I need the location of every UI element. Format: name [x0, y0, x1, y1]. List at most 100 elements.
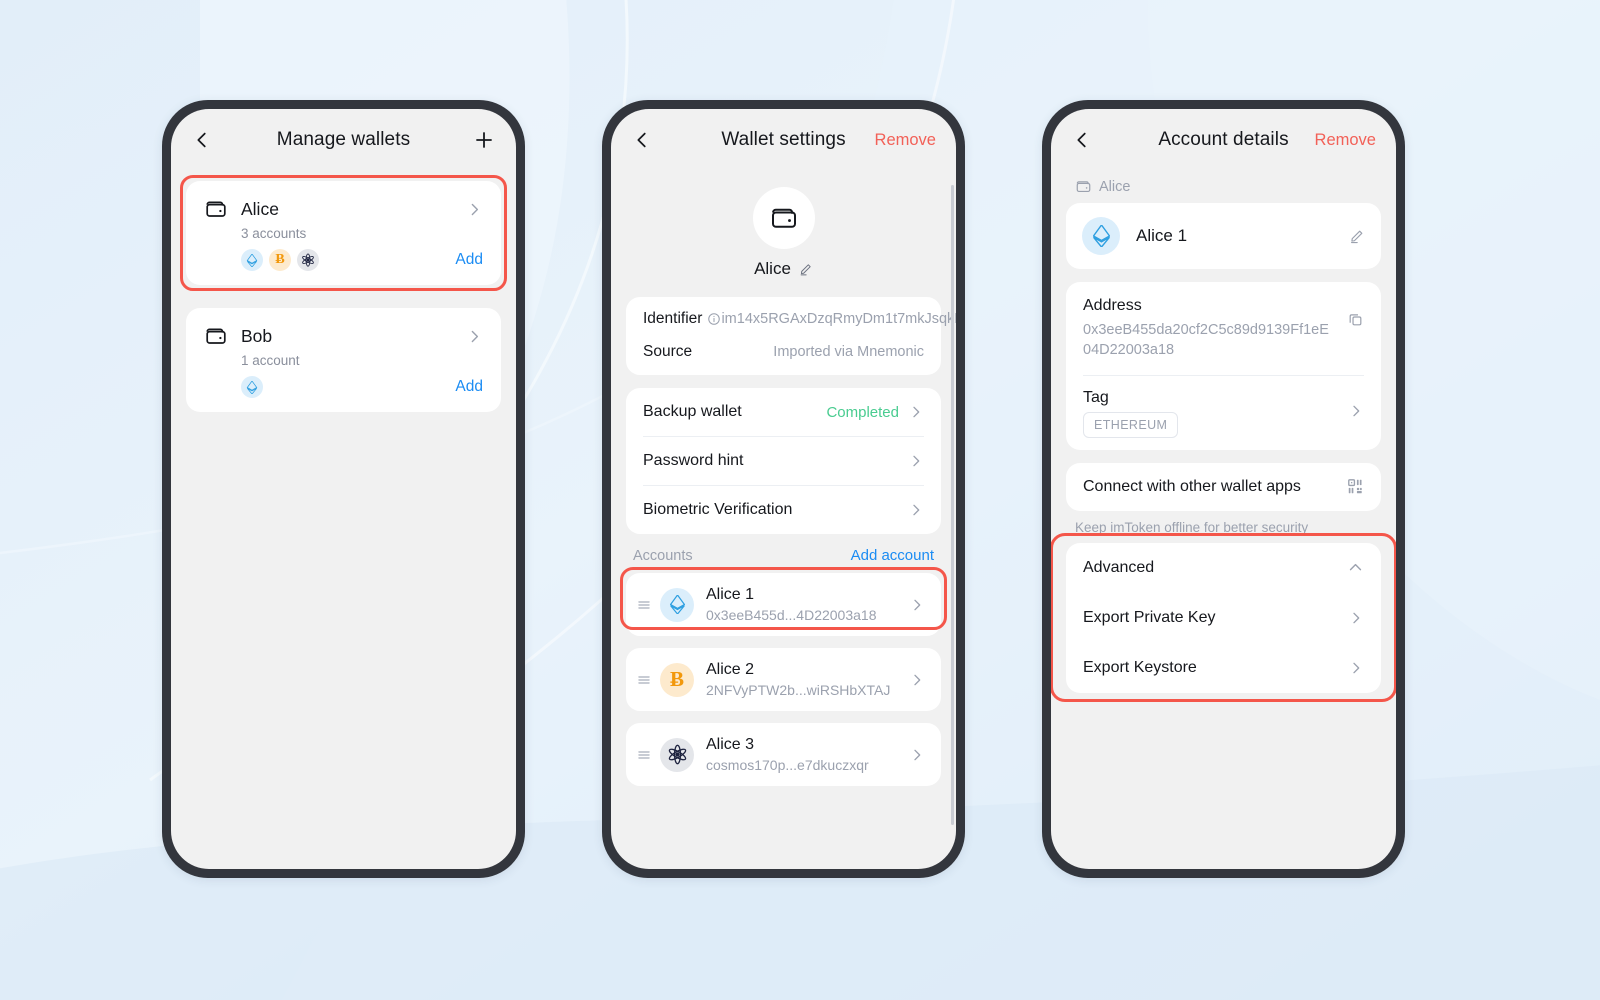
row-export-private-key[interactable]: Export Private Key [1066, 593, 1381, 643]
add-wallet-button[interactable] [472, 128, 496, 152]
chevron-right-icon [1353, 612, 1360, 623]
account-text: Alice 3 cosmos170p...e7dkuczxqr [706, 736, 869, 773]
drag-handle-icon[interactable] [636, 747, 652, 763]
chevron-right-icon [1353, 662, 1360, 673]
breadcrumb-label: Alice [1099, 178, 1131, 195]
row-connect-wallet-apps[interactable]: Connect with other wallet apps [1066, 463, 1381, 511]
bitcoin-icon: Ƀ [660, 662, 694, 697]
ethereum-glyph-icon [246, 253, 258, 267]
row-backup-wallet[interactable]: Backup wallet Completed [626, 388, 941, 436]
wallet-name: Bob [241, 325, 273, 346]
ethereum-icon [241, 376, 263, 398]
ethereum-glyph-icon [246, 380, 258, 394]
wallet-card-alice[interactable]: Alice 3 accounts Ƀ Add [186, 181, 501, 285]
chevron-right-icon [913, 455, 920, 467]
navbar-manage-wallets: Manage wallets [171, 109, 516, 171]
wallet-name: Alice [754, 259, 791, 278]
row-advanced-toggle[interactable]: Advanced [1066, 543, 1381, 593]
account-row-alice-1[interactable]: Alice 1 0x3eeB455d...4D22003a18 [626, 573, 941, 637]
chevron-right-icon [914, 674, 921, 685]
navbar-wallet-settings: Wallet settings Remove [611, 109, 956, 171]
wallet-account-count: 3 accounts [241, 226, 307, 241]
chevron-left-icon [197, 132, 206, 148]
identifier-label: Identifier [643, 310, 703, 327]
wallet-settings-content: Alice Identifier im14x5RGAxDzqRmyDm1t7mk… [611, 171, 956, 869]
row-biometric-verification[interactable]: Biometric Verification [626, 486, 941, 534]
chevron-left-icon [637, 132, 646, 148]
chevron-right-icon [914, 599, 921, 610]
advanced-card: Advanced Export Private Key Export Keyst… [1066, 542, 1381, 693]
connect-card[interactable]: Connect with other wallet apps [1066, 462, 1381, 511]
account-row-alice-3[interactable]: Alice 3 cosmos170p...e7dkuczxqr [626, 723, 941, 787]
wallet-name: Alice [241, 198, 279, 219]
remove-account-button[interactable]: Remove [1315, 131, 1376, 150]
drag-handle-icon[interactable] [636, 597, 652, 613]
account-address: 2NFVyPTW2b...wiRSHbXTAJ [706, 682, 891, 699]
wallet-card-bob[interactable]: Bob 1 account Add [186, 308, 501, 412]
row-export-keystore[interactable]: Export Keystore [1066, 643, 1381, 693]
row-password-hint[interactable]: Password hint [626, 437, 941, 485]
back-button[interactable] [191, 129, 213, 151]
add-account-link[interactable]: Add account [851, 547, 934, 564]
connect-label: Connect with other wallet apps [1083, 477, 1301, 495]
accounts-section-title: Accounts [633, 547, 693, 564]
back-button[interactable] [631, 129, 653, 151]
ethereum-icon [1082, 217, 1120, 255]
wallet-add-account-link[interactable]: Add [455, 378, 483, 396]
account-name: Alice 2 [706, 661, 755, 679]
wallet-chevron[interactable] [466, 328, 483, 345]
vertical-scrollbar[interactable] [951, 185, 954, 825]
info-icon[interactable] [707, 312, 721, 326]
account-name: Alice 1 [706, 586, 755, 604]
wallet-icon [206, 328, 226, 344]
row-label: Password hint [643, 452, 744, 470]
phone-manage-wallets: Manage wallets Alice 3 accounts Ƀ Add Bo… [162, 100, 525, 878]
advanced-label: Advanced [1083, 558, 1155, 576]
bitcoin-icon: Ƀ [269, 249, 291, 271]
wallet-icon [206, 201, 226, 217]
account-address: 0x3eeB455d...4D22003a18 [706, 607, 877, 624]
pencil-icon[interactable] [1348, 228, 1365, 245]
chevron-up-icon [1349, 564, 1362, 571]
pencil-icon[interactable] [798, 262, 813, 277]
drag-handle-icon[interactable] [636, 672, 652, 688]
account-row-alice-2[interactable]: Ƀ Alice 2 2NFVyPTW2b...wiRSHbXTAJ [626, 648, 941, 712]
wallet-account-count: 1 account [241, 353, 300, 368]
chevron-right-icon [1353, 405, 1360, 417]
tag-label: Tag [1083, 388, 1109, 406]
security-note: Keep imToken offline for better security [1075, 519, 1309, 535]
ethereum-glyph-icon [1092, 225, 1110, 247]
chevron-right-icon [471, 330, 479, 342]
wallet-avatar [752, 187, 815, 249]
navbar-account-details: Account details Remove [1051, 109, 1396, 171]
breadcrumb[interactable]: Alice [1051, 171, 1396, 203]
export-keystore-label: Export Keystore [1083, 658, 1197, 676]
identifier-value: im14x5RGAxDzqRmyDm1t7mkJsqkNKawDSm1ANRY [721, 311, 956, 327]
backup-status: Completed [826, 403, 899, 421]
ethereum-glyph-icon [669, 595, 685, 615]
tag-row[interactable]: Tag ETHEREUM [1083, 376, 1364, 450]
wallet-chevron[interactable] [466, 201, 483, 218]
remove-wallet-button[interactable]: Remove [875, 131, 936, 150]
ethereum-icon [241, 249, 263, 271]
address-value: 0x3eeB455da20cf2C5c89d9139Ff1eE04D22003a… [1083, 322, 1329, 359]
cosmos-glyph-icon [302, 253, 314, 267]
wallet-security-card: Backup wallet Completed Password hint Bi… [626, 388, 941, 535]
page-title: Manage wallets [276, 129, 411, 150]
qr-code-icon[interactable] [1347, 478, 1364, 495]
source-label: Source [643, 342, 693, 360]
back-button[interactable] [1071, 129, 1093, 151]
wallet-add-account-link[interactable]: Add [455, 251, 483, 269]
account-name: Alice 3 [706, 736, 755, 754]
screen-wallet-settings: Wallet settings Remove Alice Identifier … [611, 109, 956, 869]
wallet-info-card: Identifier im14x5RGAxDzqRmyDm1t7mkJsqkNK… [626, 297, 956, 376]
chevron-right-icon [913, 504, 920, 516]
screen-manage-wallets: Manage wallets Alice 3 accounts Ƀ Add Bo… [171, 109, 516, 869]
source-value: Imported via Mnemonic [773, 343, 924, 360]
copy-icon[interactable] [1347, 311, 1364, 328]
wallet-name-row: Alice [611, 259, 956, 279]
wallet-hero: Alice [611, 171, 956, 297]
export-private-key-label: Export Private Key [1083, 608, 1216, 626]
phone-wallet-settings: Wallet settings Remove Alice Identifier … [602, 100, 965, 878]
account-details-content: Alice Alice 1 Address 0x3eeB455da20cf2C5… [1051, 171, 1396, 869]
